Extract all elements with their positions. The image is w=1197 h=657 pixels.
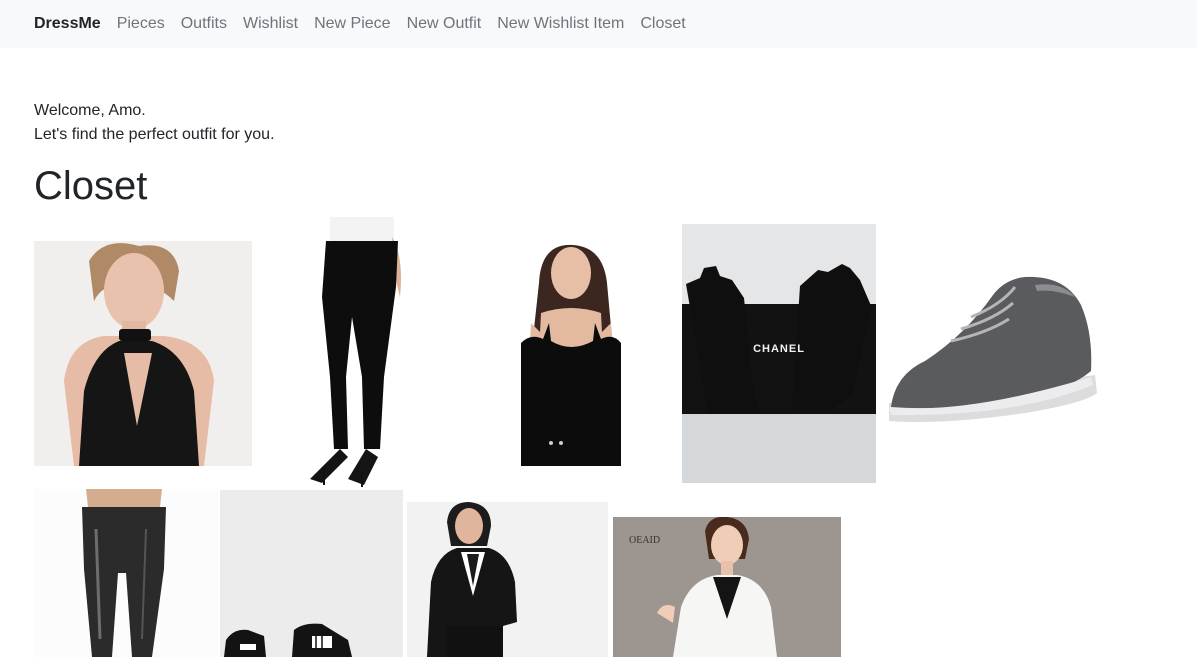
closet-item-grey-sneaker[interactable] bbox=[885, 275, 1105, 430]
chanel-gloves-image: CHANEL bbox=[682, 224, 876, 483]
nav-link-closet[interactable]: Closet bbox=[640, 15, 685, 33]
velvet-camisole-image bbox=[521, 243, 621, 466]
nav-link-new-outfit[interactable]: New Outfit bbox=[407, 15, 482, 33]
closet-item-leather-leggings[interactable] bbox=[34, 489, 218, 657]
blazer-label: OEAID bbox=[629, 535, 660, 546]
closet-item-choker-bodysuit[interactable] bbox=[34, 241, 252, 466]
welcome-greeting: Welcome, Amo. bbox=[34, 102, 146, 119]
black-sneakers-image bbox=[220, 490, 403, 657]
closet-item-velvet-camisole[interactable] bbox=[521, 243, 621, 466]
brand-logo[interactable]: DressMe bbox=[34, 15, 101, 33]
nav-link-outfits[interactable]: Outfits bbox=[181, 15, 227, 33]
welcome-message: Welcome, Amo. Let's find the perfect out… bbox=[34, 99, 275, 147]
chanel-box-label: CHANEL bbox=[753, 343, 805, 355]
closet-item-chanel-gloves[interactable]: CHANEL bbox=[682, 224, 876, 483]
page-title: Closet bbox=[34, 164, 148, 208]
welcome-subtitle: Let's find the perfect outfit for you. bbox=[34, 126, 275, 143]
closet-item-black-sneakers[interactable] bbox=[220, 490, 403, 657]
nav-link-pieces[interactable]: Pieces bbox=[117, 15, 165, 33]
black-trousers-image bbox=[300, 217, 408, 489]
closet-item-black-trousers[interactable] bbox=[300, 217, 408, 489]
leather-leggings-image bbox=[34, 489, 218, 657]
nav-link-new-wishlist-item[interactable]: New Wishlist Item bbox=[497, 15, 624, 33]
closet-item-white-blazer[interactable]: OEAID bbox=[613, 517, 841, 657]
choker-bodysuit-image bbox=[34, 241, 252, 466]
white-blazer-image: OEAID bbox=[613, 517, 841, 657]
nav-link-wishlist[interactable]: Wishlist bbox=[243, 15, 298, 33]
navbar: DressMe Pieces Outfits Wishlist New Piec… bbox=[0, 0, 1197, 48]
closet-item-black-blazer-suit[interactable] bbox=[407, 502, 608, 657]
black-blazer-suit-image bbox=[407, 502, 608, 657]
grey-sneaker-image bbox=[885, 275, 1105, 430]
nav-link-new-piece[interactable]: New Piece bbox=[314, 15, 390, 33]
